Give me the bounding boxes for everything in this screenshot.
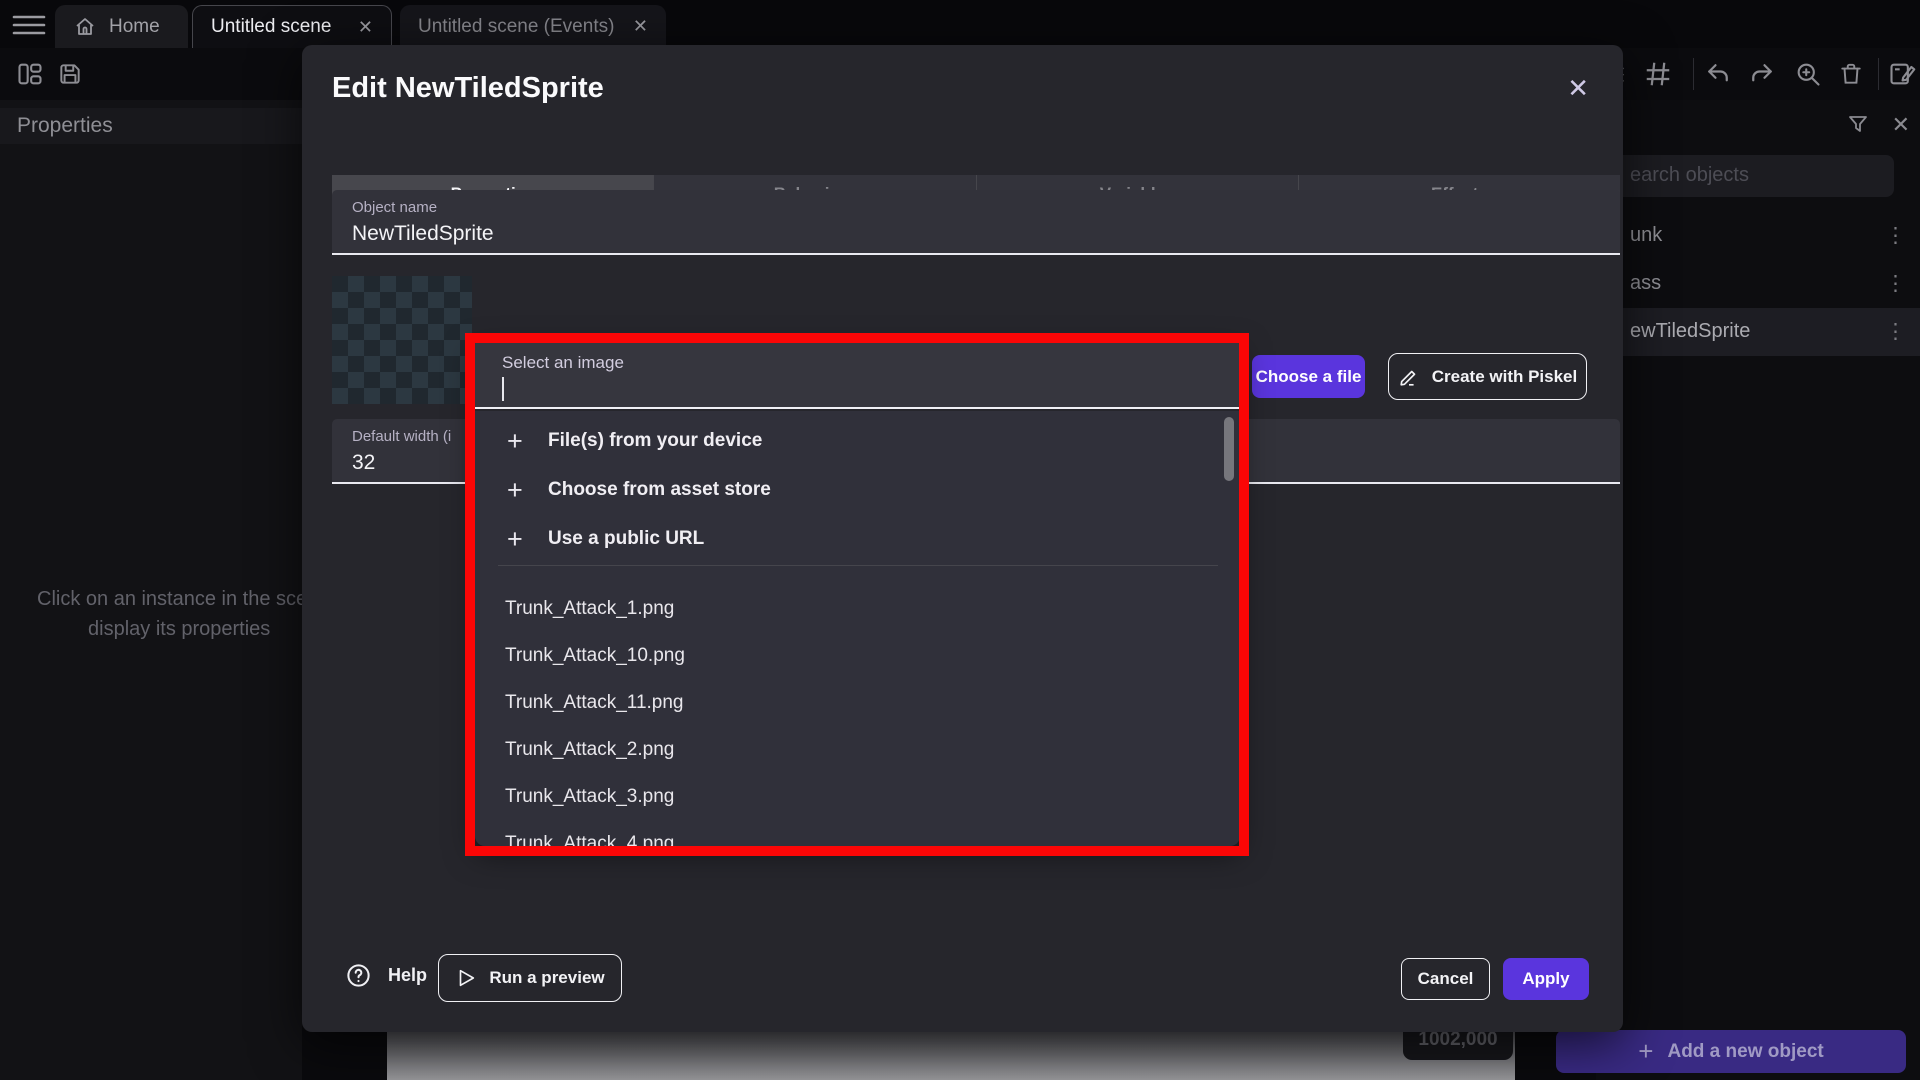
select-image-input[interactable]: Select an image xyxy=(475,343,1240,409)
tab-scene-close-icon[interactable]: ✕ xyxy=(358,17,373,38)
objects-panel-close-icon[interactable]: ✕ xyxy=(1892,112,1910,138)
object-item-newtiledsprite[interactable]: ewTiledSprite ⋮ xyxy=(1596,308,1920,356)
play-icon xyxy=(455,967,477,989)
objects-panel: ✕ earch objects unk ⋮ ass ⋮ ewTiledSprit… xyxy=(1596,100,1920,1080)
edit-scene-icon[interactable] xyxy=(1884,56,1920,92)
grid-icon[interactable] xyxy=(1640,56,1676,92)
gdevelop-app: Home Untitled scene ✕ Untitled scene (Ev… xyxy=(0,0,1920,1080)
toolbar-divider xyxy=(1878,58,1879,90)
tab-events-close-icon[interactable]: ✕ xyxy=(633,16,648,37)
edit-object-dialog: Edit NewTiledSprite ✕ Properties Behavio… xyxy=(302,45,1623,1032)
toolbar-divider xyxy=(1693,58,1694,90)
tab-untitled-scene[interactable]: Untitled scene ✕ xyxy=(192,5,392,48)
properties-panel-title: Properties xyxy=(0,108,302,144)
add-new-object-label: Add a new object xyxy=(1667,1041,1823,1063)
tab-home-label: Home xyxy=(109,16,160,38)
file-option[interactable]: Trunk_Attack_3.png xyxy=(475,775,1240,821)
choose-a-file-button[interactable]: Choose a file xyxy=(1252,355,1365,398)
image-options-list: + File(s) from your device + Choose from… xyxy=(475,411,1240,846)
add-new-object-button[interactable]: + Add a new object xyxy=(1556,1030,1906,1073)
tab-scene-label: Untitled scene xyxy=(211,16,331,38)
text-caret xyxy=(502,377,504,401)
pencil-icon xyxy=(1398,366,1420,388)
tab-events-label: Untitled scene (Events) xyxy=(418,16,614,38)
help-button[interactable]: Help xyxy=(345,962,427,989)
search-objects-placeholder: earch objects xyxy=(1630,164,1749,187)
object-menu-icon[interactable]: ⋮ xyxy=(1885,223,1906,248)
file-option[interactable]: Trunk_Attack_10.png xyxy=(475,634,1240,680)
object-menu-icon[interactable]: ⋮ xyxy=(1885,319,1906,344)
question-icon xyxy=(345,962,372,989)
plus-icon: + xyxy=(507,524,523,555)
save-icon[interactable] xyxy=(52,56,88,92)
apply-button[interactable]: Apply xyxy=(1503,958,1589,1000)
file-option[interactable]: Trunk_Attack_2.png xyxy=(475,728,1240,774)
create-with-piskel-button[interactable]: Create with Piskel xyxy=(1388,353,1587,400)
option-choose-asset-store[interactable]: + Choose from asset store xyxy=(475,468,1240,514)
sprite-preview xyxy=(332,276,472,404)
default-width-value: 32 xyxy=(352,451,375,475)
redo-icon[interactable] xyxy=(1744,56,1780,92)
object-name-label: Object name xyxy=(352,199,437,216)
object-menu-icon[interactable]: ⋮ xyxy=(1885,271,1906,296)
cancel-button[interactable]: Cancel xyxy=(1401,958,1490,1000)
file-option[interactable]: Trunk_Attack_1.png xyxy=(475,587,1240,633)
list-divider xyxy=(498,565,1218,566)
zoom-icon[interactable] xyxy=(1790,56,1826,92)
top-bar: Home Untitled scene ✕ Untitled scene (Ev… xyxy=(0,0,1920,48)
home-icon xyxy=(73,15,97,39)
option-use-public-url[interactable]: + Use a public URL xyxy=(475,517,1240,563)
toggle-panels-icon[interactable] xyxy=(12,56,48,92)
file-option[interactable]: Trunk_Attack_4.png xyxy=(475,822,1240,846)
object-item-grass[interactable]: ass ⋮ xyxy=(1596,260,1920,308)
dialog-close-icon[interactable]: ✕ xyxy=(1567,73,1589,104)
run-preview-button[interactable]: Run a preview xyxy=(438,954,622,1002)
default-width-label: Default width (i xyxy=(352,428,451,445)
filter-icon[interactable] xyxy=(1846,112,1870,138)
tab-home[interactable]: Home xyxy=(55,5,188,48)
scrollbar-thumb[interactable] xyxy=(1224,417,1234,481)
scene-canvas[interactable] xyxy=(387,1030,1515,1080)
plus-icon: + xyxy=(507,426,523,457)
object-item-trunk[interactable]: unk ⋮ xyxy=(1596,212,1920,260)
plus-icon: + xyxy=(507,475,523,506)
plus-icon: + xyxy=(1638,1036,1653,1067)
tab-untitled-scene-events[interactable]: Untitled scene (Events) ✕ xyxy=(400,5,666,48)
object-name-field[interactable]: Object name NewTiledSprite xyxy=(332,190,1620,255)
select-image-label: Select an image xyxy=(502,353,624,373)
undo-icon[interactable] xyxy=(1700,56,1736,92)
main-menu-icon[interactable] xyxy=(12,14,46,36)
file-option[interactable]: Trunk_Attack_11.png xyxy=(475,681,1240,727)
select-image-dropdown: Select an image + File(s) from your devi… xyxy=(475,343,1240,846)
help-label: Help xyxy=(388,965,427,986)
object-name-value: NewTiledSprite xyxy=(352,222,494,246)
option-files-from-device[interactable]: + File(s) from your device xyxy=(475,419,1240,465)
dialog-title: Edit NewTiledSprite xyxy=(332,72,604,105)
trash-icon[interactable] xyxy=(1833,56,1869,92)
